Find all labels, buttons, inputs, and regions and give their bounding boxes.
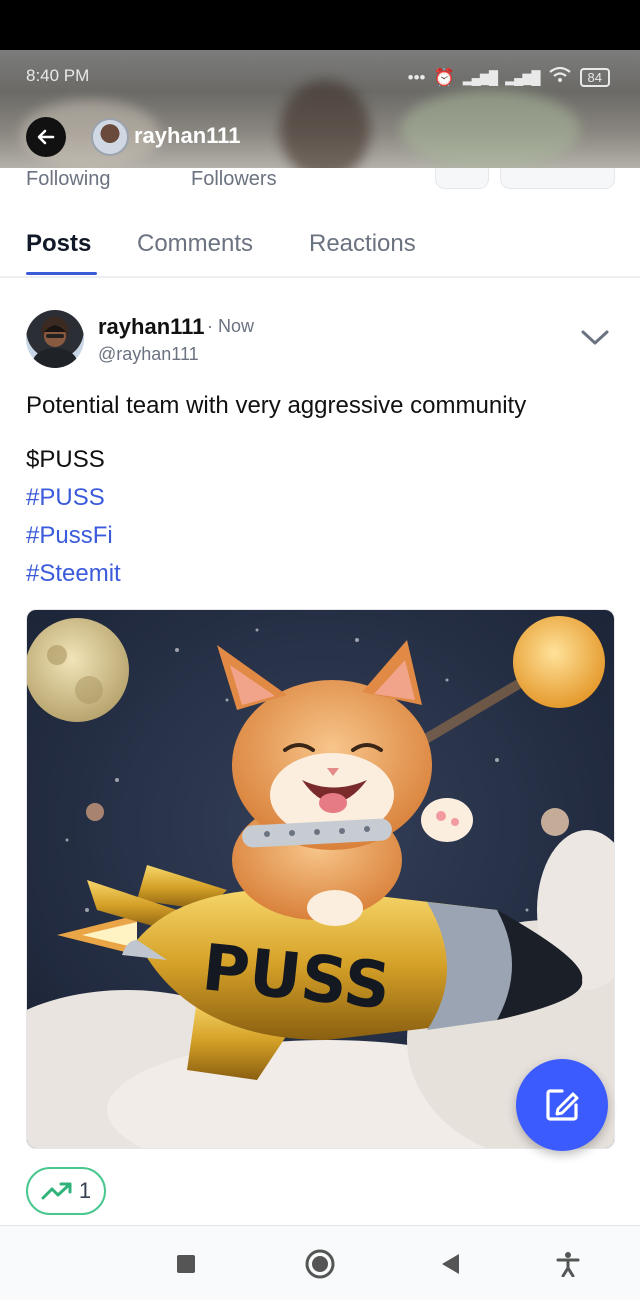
status-bar: 8:40 PM ••• ⏰ ▂▄▆█ ▂▄▆█ 84	[0, 64, 640, 90]
hashtag-link[interactable]: #Steemit	[26, 560, 121, 588]
post-author-handle: @rayhan111	[98, 344, 199, 364]
header-username: rayhan111	[134, 123, 241, 148]
accessibility-button[interactable]	[550, 1246, 586, 1282]
tab-posts[interactable]: Posts	[26, 230, 91, 258]
post-author-name[interactable]: rayhan111	[98, 314, 204, 340]
profile-tabs: Posts Comments Reactions	[0, 216, 640, 278]
signal-icon: ▂▄▆█	[505, 69, 540, 85]
tab-comments[interactable]: Comments	[137, 230, 253, 258]
cashtag[interactable]: $PUSS	[26, 446, 105, 474]
profile-stats: Following Followers	[0, 168, 640, 198]
top-black-bar	[0, 0, 640, 50]
arrow-left-icon	[37, 129, 55, 145]
profile-action-button[interactable]	[435, 168, 489, 189]
triangle-back-icon	[442, 1254, 459, 1274]
header-bg-blob	[280, 80, 370, 168]
trend-count: 1	[78, 1178, 92, 1203]
accessibility-icon	[556, 1252, 580, 1277]
header-bg-blob	[400, 90, 580, 168]
alarm-icon: ⏰	[433, 67, 455, 87]
followers-label[interactable]: Followers	[191, 168, 277, 191]
trending-up-icon	[41, 1182, 72, 1200]
circle-icon	[305, 1249, 335, 1279]
profile-header: 8:40 PM ••• ⏰ ▂▄▆█ ▂▄▆█ 84 rayhan111	[0, 50, 640, 168]
edit-profile-button[interactable]	[500, 168, 615, 189]
recents-button[interactable]	[168, 1246, 204, 1282]
hashtag-link[interactable]: #PUSS	[26, 484, 105, 512]
following-label[interactable]: Following	[26, 168, 110, 191]
chevron-down-icon[interactable]	[578, 326, 612, 350]
system-navbar	[0, 1225, 640, 1300]
active-tab-indicator	[26, 272, 97, 275]
post-image[interactable]: PUSS	[26, 609, 615, 1149]
signal-icon: ▂▄▆█	[462, 69, 498, 85]
post-body-text: Potential team with very aggressive comm…	[26, 392, 527, 419]
home-button[interactable]	[302, 1246, 338, 1282]
tab-reactions[interactable]: Reactions	[309, 230, 416, 258]
back-nav-button[interactable]	[432, 1246, 468, 1282]
trend-button[interactable]: 1	[26, 1167, 106, 1215]
post-author-avatar[interactable]	[26, 310, 84, 368]
more-dots-icon: •••	[407, 67, 426, 87]
cat-rocket-illustration: PUSS	[27, 610, 614, 1148]
compose-fab-button[interactable]	[516, 1059, 608, 1151]
wifi-icon	[548, 66, 572, 89]
header-avatar[interactable]	[91, 118, 129, 156]
compose-icon	[546, 1089, 579, 1121]
status-icons: ••• ⏰ ▂▄▆█ ▂▄▆█ 84	[408, 66, 610, 89]
battery-indicator: 84	[579, 68, 610, 87]
back-button[interactable]	[26, 117, 66, 157]
square-icon	[177, 1255, 195, 1273]
hashtag-link[interactable]: #PussFi	[26, 522, 113, 550]
status-time: 8:40 PM	[26, 66, 90, 85]
post-timestamp: · Now	[207, 316, 255, 336]
